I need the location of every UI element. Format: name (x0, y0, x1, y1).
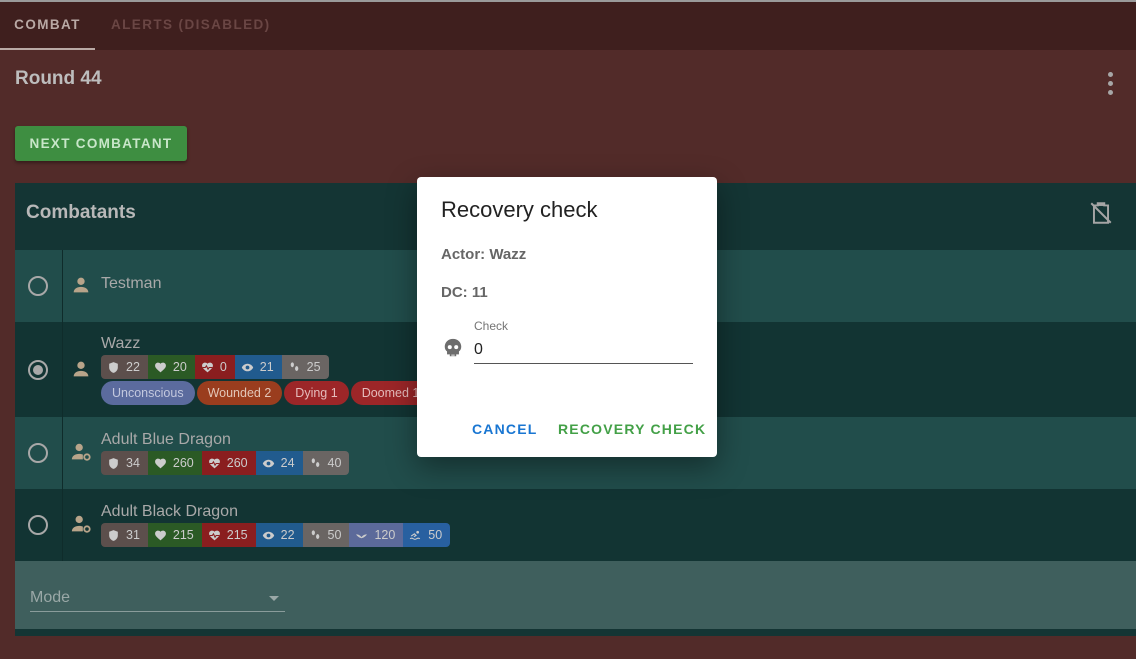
max-hp-chip: 20 (147, 355, 195, 379)
fly-speed-chip: 120 (349, 523, 404, 547)
stat-chips: 34 260 260 24 40 (101, 451, 350, 475)
condition-chip-dying[interactable]: Dying 1 (284, 381, 349, 405)
person-gear-icon (71, 443, 91, 461)
heart-icon (154, 458, 166, 468)
recovery-check-button[interactable]: Recovery check (558, 421, 706, 437)
footprints-icon (311, 529, 319, 539)
recovery-check-dialog: Recovery check Actor: Wazz DC: 11 Check … (417, 177, 717, 457)
max-hp-chip: 260 (147, 451, 202, 475)
hp-value: 215 (226, 528, 248, 542)
person-gear-icon (71, 515, 91, 533)
wings-icon (356, 533, 368, 538)
shield-icon (109, 361, 118, 373)
row-divider (62, 489, 63, 561)
condition-chips: Unconscious Wounded 2 Dying 1 Doomed 1 (101, 381, 431, 405)
stat-chips: 31 215 215 22 50 120 50 (101, 523, 451, 547)
hp-chip: 260 (201, 451, 256, 475)
row-divider (62, 250, 63, 322)
select-radio[interactable] (28, 515, 48, 535)
speed-value: 25 (306, 360, 321, 374)
dialog-dc: DC: 11 (441, 284, 488, 301)
hp-chip: 0 (194, 355, 235, 379)
speed-chip: 40 (302, 451, 350, 475)
perception-value: 22 (280, 528, 295, 542)
heart-pulse-icon (208, 530, 220, 540)
shield-icon (109, 529, 118, 541)
swim-speed-value: 50 (428, 528, 443, 542)
heart-icon (154, 530, 166, 540)
card-title: Combatants (26, 202, 136, 223)
row-divider (62, 417, 63, 489)
row-divider (62, 322, 63, 417)
tab-bar: Combat Alerts (disabled) (0, 2, 1136, 50)
ac-chip: 34 (101, 451, 148, 475)
condition-chip-wounded[interactable]: Wounded 2 (196, 381, 283, 405)
ac-value: 31 (126, 528, 140, 542)
select-radio[interactable] (28, 276, 48, 296)
combatant-name: Adult Black Dragon (101, 503, 238, 520)
check-input-label: Check (474, 319, 509, 333)
heart-icon (154, 362, 166, 372)
perception-chip: 24 (255, 451, 303, 475)
cancel-button[interactable]: Cancel (472, 421, 538, 437)
heart-pulse-icon (201, 362, 213, 372)
skull-icon (444, 338, 462, 357)
max-hp-value: 260 (172, 456, 194, 470)
footprints-icon (290, 361, 298, 371)
check-input[interactable] (474, 337, 693, 364)
perception-chip: 22 (255, 523, 303, 547)
next-combatant-button[interactable]: Next combatant (15, 126, 187, 161)
perception-value: 21 (259, 360, 274, 374)
eye-icon (262, 531, 274, 539)
person-icon (73, 277, 89, 293)
perception-value: 24 (280, 456, 295, 470)
shield-icon (109, 457, 118, 469)
stat-chips: 22 20 0 21 25 (101, 355, 329, 379)
hp-chip: 215 (201, 523, 256, 547)
combatant-row-adult-black-dragon[interactable]: Adult Black Dragon 31 215 215 22 50 120 … (15, 489, 1136, 561)
swim-icon (410, 530, 421, 540)
eye-icon (241, 363, 253, 371)
dots-vertical-icon[interactable] (1098, 66, 1122, 100)
footprints-icon (311, 457, 319, 467)
perception-chip: 21 (234, 355, 282, 379)
max-hp-value: 20 (172, 360, 187, 374)
select-radio[interactable] (28, 443, 48, 463)
mode-row: Mode (15, 561, 1136, 629)
tab-combat[interactable]: Combat (0, 2, 95, 50)
mode-label: Mode (30, 589, 71, 606)
ac-value: 22 (126, 360, 140, 374)
dialog-actor: Actor: Wazz (441, 246, 527, 263)
combatant-name: Adult Blue Dragon (101, 431, 231, 448)
ac-chip: 31 (101, 523, 148, 547)
select-radio[interactable] (28, 360, 48, 380)
speed-value: 50 (327, 528, 342, 542)
ac-value: 34 (126, 456, 140, 470)
combatant-name: Wazz (101, 335, 141, 352)
fly-speed-value: 120 (374, 528, 396, 542)
mode-select[interactable]: Mode (30, 587, 285, 612)
hp-value: 0 (219, 360, 227, 374)
swim-speed-chip: 50 (403, 523, 451, 547)
hp-value: 260 (226, 456, 248, 470)
person-icon (73, 361, 89, 377)
combatant-name: Testman (101, 275, 162, 292)
max-hp-chip: 215 (147, 523, 202, 547)
ac-chip: 22 (101, 355, 148, 379)
round-title: Round 44 (15, 68, 102, 89)
speed-chip: 50 (302, 523, 350, 547)
speed-chip: 25 (281, 355, 329, 379)
chevron-down-icon (269, 596, 279, 601)
eye-icon (262, 459, 274, 467)
clipboard-off-icon[interactable] (1088, 200, 1114, 226)
dialog-title: Recovery check (441, 197, 598, 222)
tab-alerts: Alerts (disabled) (111, 17, 271, 32)
condition-chip-unconscious[interactable]: Unconscious (101, 381, 195, 405)
heart-pulse-icon (208, 458, 220, 468)
max-hp-value: 215 (172, 528, 194, 542)
speed-value: 40 (327, 456, 342, 470)
